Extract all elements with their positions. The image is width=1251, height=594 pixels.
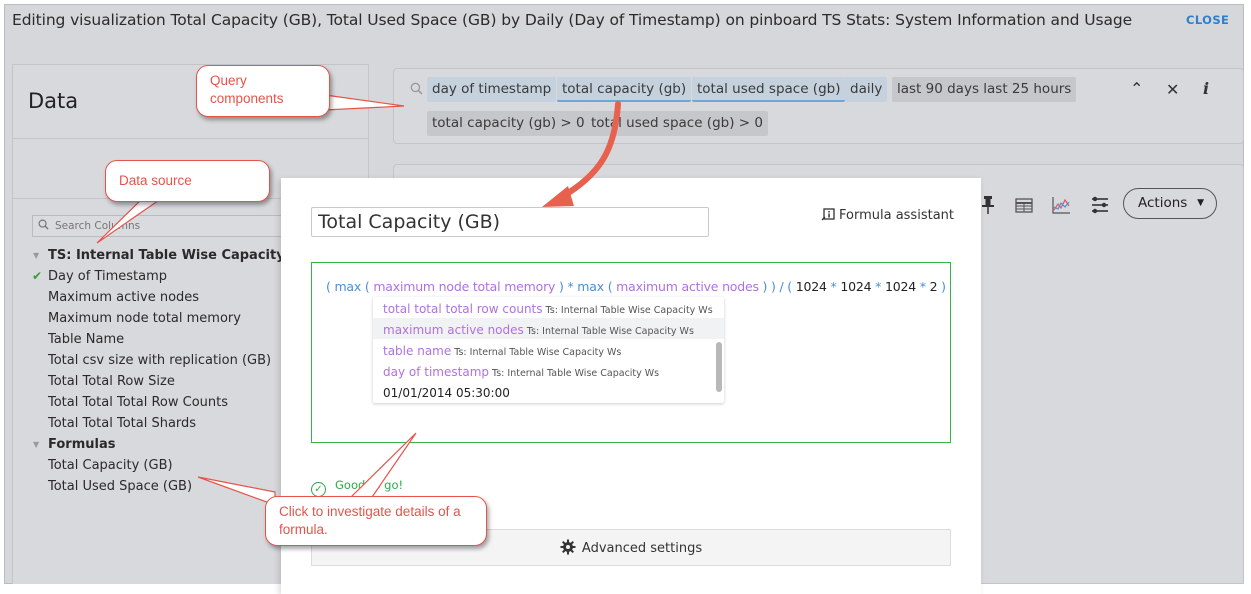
- callout-formula-details: Click to investigate details of a formul…: [265, 496, 487, 546]
- suggestion-item[interactable]: 01/01/2014 05:30:00: [373, 381, 724, 402]
- gear-icon: [560, 539, 576, 555]
- formula-operator-token: *: [826, 279, 841, 294]
- tree-group-label: TS: Internal Table Wise Capacity WS: [48, 248, 313, 263]
- search-icon: [38, 219, 49, 230]
- expand-caret-icon[interactable]: ▼: [33, 245, 39, 266]
- formula-assistant-icon: [821, 208, 835, 221]
- formula-operator-token: ) * max (: [555, 279, 617, 294]
- page-title: Editing visualization Total Capacity (GB…: [12, 11, 1133, 29]
- formula-name-input[interactable]: [311, 207, 709, 237]
- suggestion-source: Ts: Internal Table Wise Capacity Ws: [454, 347, 622, 358]
- column-item-label: Total csv size with replication (GB): [48, 353, 272, 368]
- chevron-up-icon[interactable]: ⌃: [1130, 79, 1143, 98]
- column-item-label: Maximum active nodes: [48, 290, 200, 305]
- suggestion-column: total total total row counts: [383, 302, 543, 316]
- column-item-label: Table Name: [48, 332, 125, 347]
- data-panel-title: Data: [28, 89, 79, 113]
- formula-assistant-label: Formula assistant: [839, 208, 954, 223]
- formula-operator-token: ) ) / (: [758, 279, 796, 294]
- formula-expression[interactable]: ( max ( maximum node total memory ) * ma…: [326, 279, 946, 294]
- query-token[interactable]: total used space (gb) > 0: [586, 111, 768, 136]
- formula-operator-token: *: [915, 279, 930, 294]
- formula-number-token: 1024: [884, 279, 916, 294]
- callout-data-source: Data source: [105, 160, 270, 202]
- chart-icon[interactable]: [1051, 195, 1071, 215]
- search-columns-input[interactable]: [55, 218, 285, 234]
- table-icon[interactable]: [1014, 196, 1034, 216]
- suggestion-value: 01/01/2014 05:30:00: [383, 386, 510, 400]
- suggestion-source: Ts: Internal Table Wise Capacity Ws: [492, 368, 660, 379]
- suggestion-item[interactable]: total total total row counts Ts: Internal…: [373, 297, 724, 318]
- suggestion-column: day of timestamp: [383, 365, 489, 379]
- formula-number-token: 1024: [840, 279, 872, 294]
- close-button[interactable]: CLOSE: [1186, 13, 1229, 27]
- actions-label: Actions: [1138, 195, 1188, 211]
- suggestion-item[interactable]: maximum active nodes Ts: Internal Table W…: [373, 318, 724, 339]
- search-query-bar[interactable]: day of timestamp total capacity (gb) tot…: [393, 68, 1244, 144]
- settings-sliders-icon[interactable]: [1090, 195, 1110, 215]
- query-token[interactable]: total capacity (gb) > 0: [427, 111, 590, 136]
- formula-assistant-link[interactable]: Formula assistant: [821, 208, 954, 223]
- pin-icon[interactable]: [978, 195, 998, 215]
- check-circle-icon: ✓: [311, 482, 326, 497]
- autocomplete-suggestions: total total total row counts Ts: Internal…: [373, 297, 724, 403]
- callout-query-components: Query components: [196, 65, 330, 117]
- info-icon[interactable]: i: [1203, 79, 1209, 98]
- query-token[interactable]: total capacity (gb): [557, 77, 692, 102]
- expand-caret-icon[interactable]: ▼: [33, 434, 39, 455]
- formula-column-token: maximum active nodes: [616, 279, 759, 294]
- formula-operator-token: ): [937, 279, 946, 294]
- formula-operator-token: ( max (: [326, 279, 374, 294]
- query-token[interactable]: last 90 days last 25 hours: [892, 77, 1077, 102]
- caret-down-icon: ▼: [1197, 198, 1204, 208]
- query-token[interactable]: total used space (gb): [692, 77, 846, 102]
- suggestion-item[interactable]: day of timestamp Ts: Internal Table Wise …: [373, 360, 724, 381]
- tree-group-label: Formulas: [48, 437, 116, 452]
- collapse-panel-icon[interactable]: ‹: [339, 91, 355, 111]
- search-columns-field[interactable]: [32, 215, 292, 237]
- advanced-settings-label: Advanced settings: [581, 541, 703, 556]
- suggestion-source: Ts: Internal Table Wise Capacity Ws: [526, 326, 694, 337]
- column-item-label: Total Total Total Shards: [48, 416, 197, 431]
- formula-column-token: maximum node total memory: [373, 279, 556, 294]
- validation-status: ✓ Good to go!: [311, 478, 403, 497]
- formula-operator-token: *: [871, 279, 885, 294]
- suggestion-column: table name: [383, 344, 452, 358]
- column-item-label: Day of Timestamp: [48, 269, 168, 284]
- suggestions-scrollbar[interactable]: [716, 342, 722, 392]
- column-item-label: Total Capacity (GB): [48, 458, 173, 473]
- suggestion-item[interactable]: table name Ts: Internal Table Wise Capaci…: [373, 339, 724, 360]
- validation-message: Good to go!: [335, 478, 404, 492]
- query-token[interactable]: day of timestamp: [427, 77, 557, 102]
- column-item-label: Total Used Space (GB): [48, 479, 193, 494]
- suggestion-source: Ts: Internal Table Wise Capacity Ws: [545, 305, 713, 316]
- search-icon: [410, 82, 423, 95]
- formula-number-token: 1024: [795, 279, 827, 294]
- actions-button[interactable]: Actions ▼: [1123, 188, 1217, 219]
- suggestion-column: maximum active nodes: [383, 323, 524, 337]
- column-item-label: Maximum node total memory: [48, 311, 241, 326]
- column-item-label: Total Total Total Row Counts: [48, 395, 229, 410]
- clear-icon[interactable]: ✕: [1166, 80, 1179, 99]
- checkmark-icon: ✔: [32, 269, 43, 283]
- formula-editor[interactable]: ( max ( maximum node total memory ) * ma…: [311, 262, 951, 443]
- column-item-label: Total Total Row Size: [48, 374, 175, 389]
- query-token[interactable]: daily: [845, 77, 888, 102]
